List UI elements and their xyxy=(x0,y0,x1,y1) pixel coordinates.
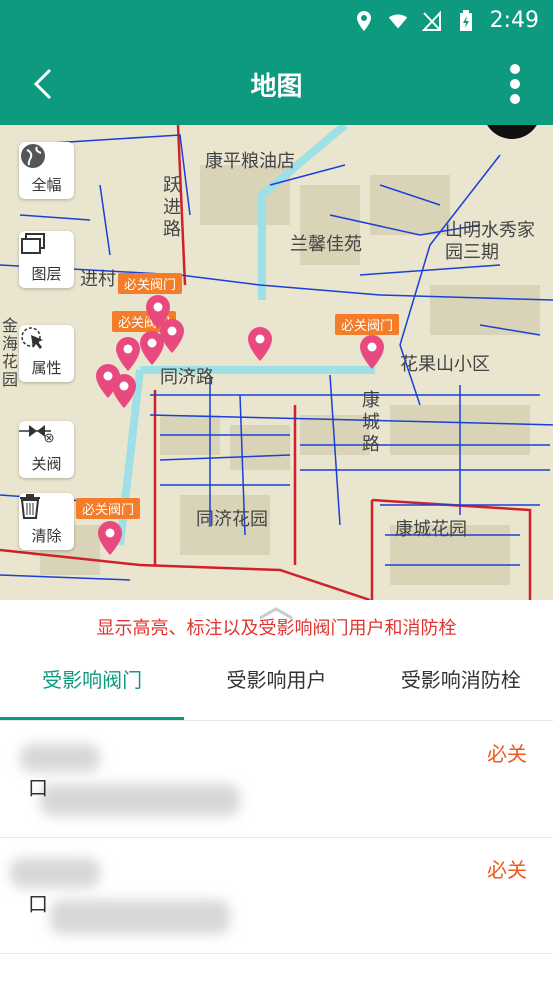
valve-marker-pin[interactable] xyxy=(98,521,122,555)
valve-name: 口 xyxy=(28,776,50,800)
app-bar: 地图 xyxy=(0,42,553,125)
list-item[interactable]: 口 必关 xyxy=(0,838,553,954)
tool-layers[interactable]: 图层 xyxy=(19,231,74,288)
wifi-icon xyxy=(388,14,407,28)
page-title: 地图 xyxy=(250,72,303,102)
tab-affected-valves[interactable]: 受影响阀门 xyxy=(0,648,185,720)
tool-label: 属性 xyxy=(31,359,62,377)
valve-marker-pin[interactable] xyxy=(248,327,272,361)
tool-clear[interactable]: 清除 xyxy=(19,493,74,550)
valve-marker-pin[interactable] xyxy=(116,337,140,371)
tool-label: 全幅 xyxy=(31,176,62,194)
map-view[interactable]: 康平粮油店 兰馨佳苑 山明水秀家园三期 花果山小区 同济路 康城路 同济花园 康… xyxy=(0,125,553,600)
trash-icon xyxy=(20,494,40,519)
tool-label: 关阀 xyxy=(31,455,62,473)
tab-affected-hydrants[interactable]: 受影响消防栓 xyxy=(369,648,553,720)
valve-name: 口 xyxy=(28,892,50,916)
drag-handle-icon[interactable] xyxy=(258,606,294,620)
divider xyxy=(0,720,553,721)
valve-marker-pin[interactable] xyxy=(140,331,164,365)
clock: 2:49 xyxy=(489,8,539,33)
pointer-icon xyxy=(21,327,43,349)
status-bar: 2:49 xyxy=(0,0,553,42)
tool-attributes[interactable]: 属性 xyxy=(19,325,74,382)
tab-bar: 受影响阀门 受影响用户 受影响消防栓 xyxy=(0,648,553,720)
battery-charging-icon xyxy=(459,9,472,31)
tool-label: 图层 xyxy=(31,265,62,283)
location-icon xyxy=(356,10,371,31)
no-signal-icon xyxy=(421,9,441,31)
valve-marker-pin[interactable] xyxy=(112,374,136,408)
redacted-text xyxy=(10,858,100,888)
valve-marker-pin[interactable] xyxy=(360,335,384,369)
tool-full-extent[interactable]: 全幅 xyxy=(19,142,74,199)
valve-icon xyxy=(19,425,54,443)
redacted-text xyxy=(20,744,100,772)
valve-status: 必关 xyxy=(487,858,527,882)
valve-status: 必关 xyxy=(487,742,527,766)
globe-icon xyxy=(21,144,45,168)
tool-close-valve[interactable]: 关阀 xyxy=(19,421,74,478)
redacted-text xyxy=(50,900,230,934)
layers-icon xyxy=(21,233,45,254)
redacted-text xyxy=(40,784,240,816)
valve-markers xyxy=(96,295,384,555)
list-item[interactable]: 口 必关 xyxy=(0,722,553,838)
valve-marker-pin[interactable] xyxy=(160,319,184,353)
tab-affected-users[interactable]: 受影响用户 xyxy=(184,648,368,720)
tool-label: 清除 xyxy=(31,527,62,545)
more-vert-icon[interactable] xyxy=(507,62,523,106)
